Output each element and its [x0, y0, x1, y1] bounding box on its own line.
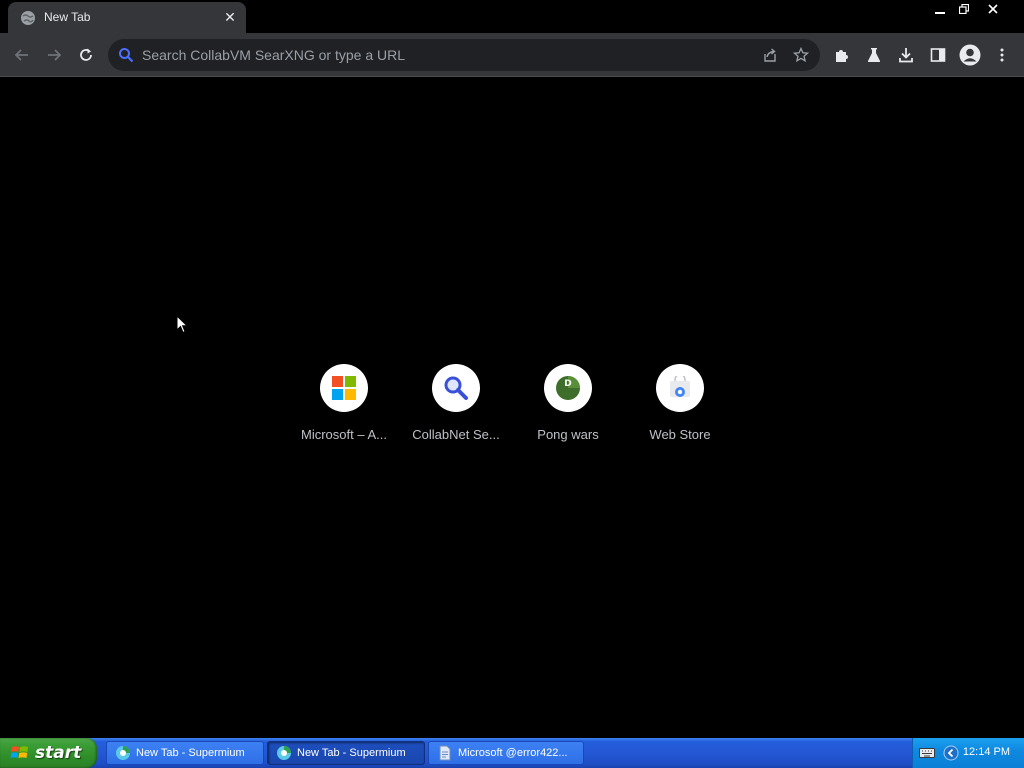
shortcut-label: CollabNet Se... — [412, 427, 500, 442]
shortcut-tile[interactable]: Microsoft – A... — [288, 364, 400, 460]
taskbar-button[interactable]: New Tab - Supermium — [267, 741, 425, 765]
kebab-menu-icon — [1000, 48, 1004, 62]
supermium-icon — [277, 746, 291, 760]
restore-button[interactable] — [952, 0, 976, 18]
desktop-screen: New Tab ✕ Search CollabVM SearXNG or typ… — [0, 0, 1024, 768]
microsoft-logo-icon — [332, 376, 356, 400]
windows-flag-icon — [10, 746, 28, 758]
shortcut-icon-wrap — [432, 364, 480, 412]
labs-button[interactable] — [860, 41, 888, 69]
avatar-icon — [959, 44, 981, 66]
shortcut-icon-wrap — [656, 364, 704, 412]
show-hidden-icons-icon[interactable] — [943, 745, 959, 761]
star-icon — [793, 47, 809, 63]
tab-strip: New Tab ✕ — [0, 0, 1024, 33]
clock: 12:14 PM — [962, 746, 1010, 758]
share-button[interactable] — [758, 43, 782, 67]
menu-button[interactable] — [988, 41, 1016, 69]
extensions-button[interactable] — [828, 41, 856, 69]
reload-icon — [80, 48, 92, 61]
shortcut-label: Pong wars — [537, 427, 599, 442]
shortcut-label: Web Store — [649, 427, 711, 442]
downloads-button[interactable] — [892, 41, 920, 69]
omnibox[interactable] — [108, 39, 820, 71]
shortcut-tile[interactable]: Web Store — [624, 364, 736, 460]
shortcut-icon-wrap: D — [544, 364, 592, 412]
taskbar-button[interactable]: New Tab - Supermium — [106, 741, 264, 765]
puzzle-piece-icon — [836, 50, 848, 62]
close-window-button[interactable] — [976, 0, 1010, 18]
keyboard-icon[interactable] — [919, 747, 935, 759]
address-input[interactable] — [142, 45, 742, 65]
minimize-button[interactable] — [928, 0, 952, 18]
minimize-icon — [935, 12, 945, 14]
taskbar-button[interactable]: Microsoft @error422... — [428, 741, 584, 765]
pong-wars-icon: D — [556, 376, 580, 400]
start-button[interactable]: start — [0, 738, 97, 768]
taskbar-button-label: New Tab - Supermium — [297, 747, 406, 759]
window-controls — [928, 0, 1010, 18]
mouse-cursor-icon — [176, 315, 188, 334]
taskbar-button-label: Microsoft @error422... — [458, 747, 568, 759]
search-icon — [119, 48, 134, 63]
back-arrow-icon — [14, 49, 28, 61]
shortcut-label: Microsoft – A... — [301, 427, 387, 442]
shortcut-tile[interactable]: CollabNet Se... — [400, 364, 512, 460]
magnifier-icon — [444, 376, 468, 400]
new-tab-page: Microsoft – A... CollabNet Se... D Pong … — [0, 78, 1024, 738]
profile-button[interactable] — [956, 41, 984, 69]
document-icon — [439, 745, 451, 761]
browser-toolbar — [0, 33, 1024, 77]
tab-new-tab[interactable]: New Tab ✕ — [8, 2, 246, 33]
globe-icon — [21, 11, 35, 25]
taskbar-button-label: New Tab - Supermium — [136, 747, 245, 759]
bookmark-button[interactable] — [789, 43, 813, 67]
close-icon — [988, 4, 998, 14]
tab-close-icon[interactable]: ✕ — [222, 9, 238, 25]
flask-icon — [868, 48, 880, 62]
shortcut-tile[interactable]: D Pong wars — [512, 364, 624, 460]
system-tray: 12:14 PM — [912, 738, 1024, 768]
forward-button[interactable] — [40, 41, 68, 69]
restore-icon — [959, 4, 969, 14]
svg-text:D: D — [564, 379, 571, 389]
forward-arrow-icon — [48, 49, 62, 61]
shortcut-icon-wrap — [320, 364, 368, 412]
back-button[interactable] — [8, 41, 36, 69]
side-panel-icon — [930, 48, 946, 62]
download-icon — [899, 48, 913, 63]
tab-title: New Tab — [44, 10, 91, 24]
windows-taskbar: start New Tab - Supermium New Tab - Supe… — [0, 738, 1024, 768]
supermium-icon — [116, 746, 130, 760]
reload-button[interactable] — [72, 41, 100, 69]
web-store-icon — [670, 376, 690, 397]
side-panel-button[interactable] — [924, 41, 952, 69]
start-label: start — [35, 743, 82, 763]
share-icon — [764, 48, 776, 62]
